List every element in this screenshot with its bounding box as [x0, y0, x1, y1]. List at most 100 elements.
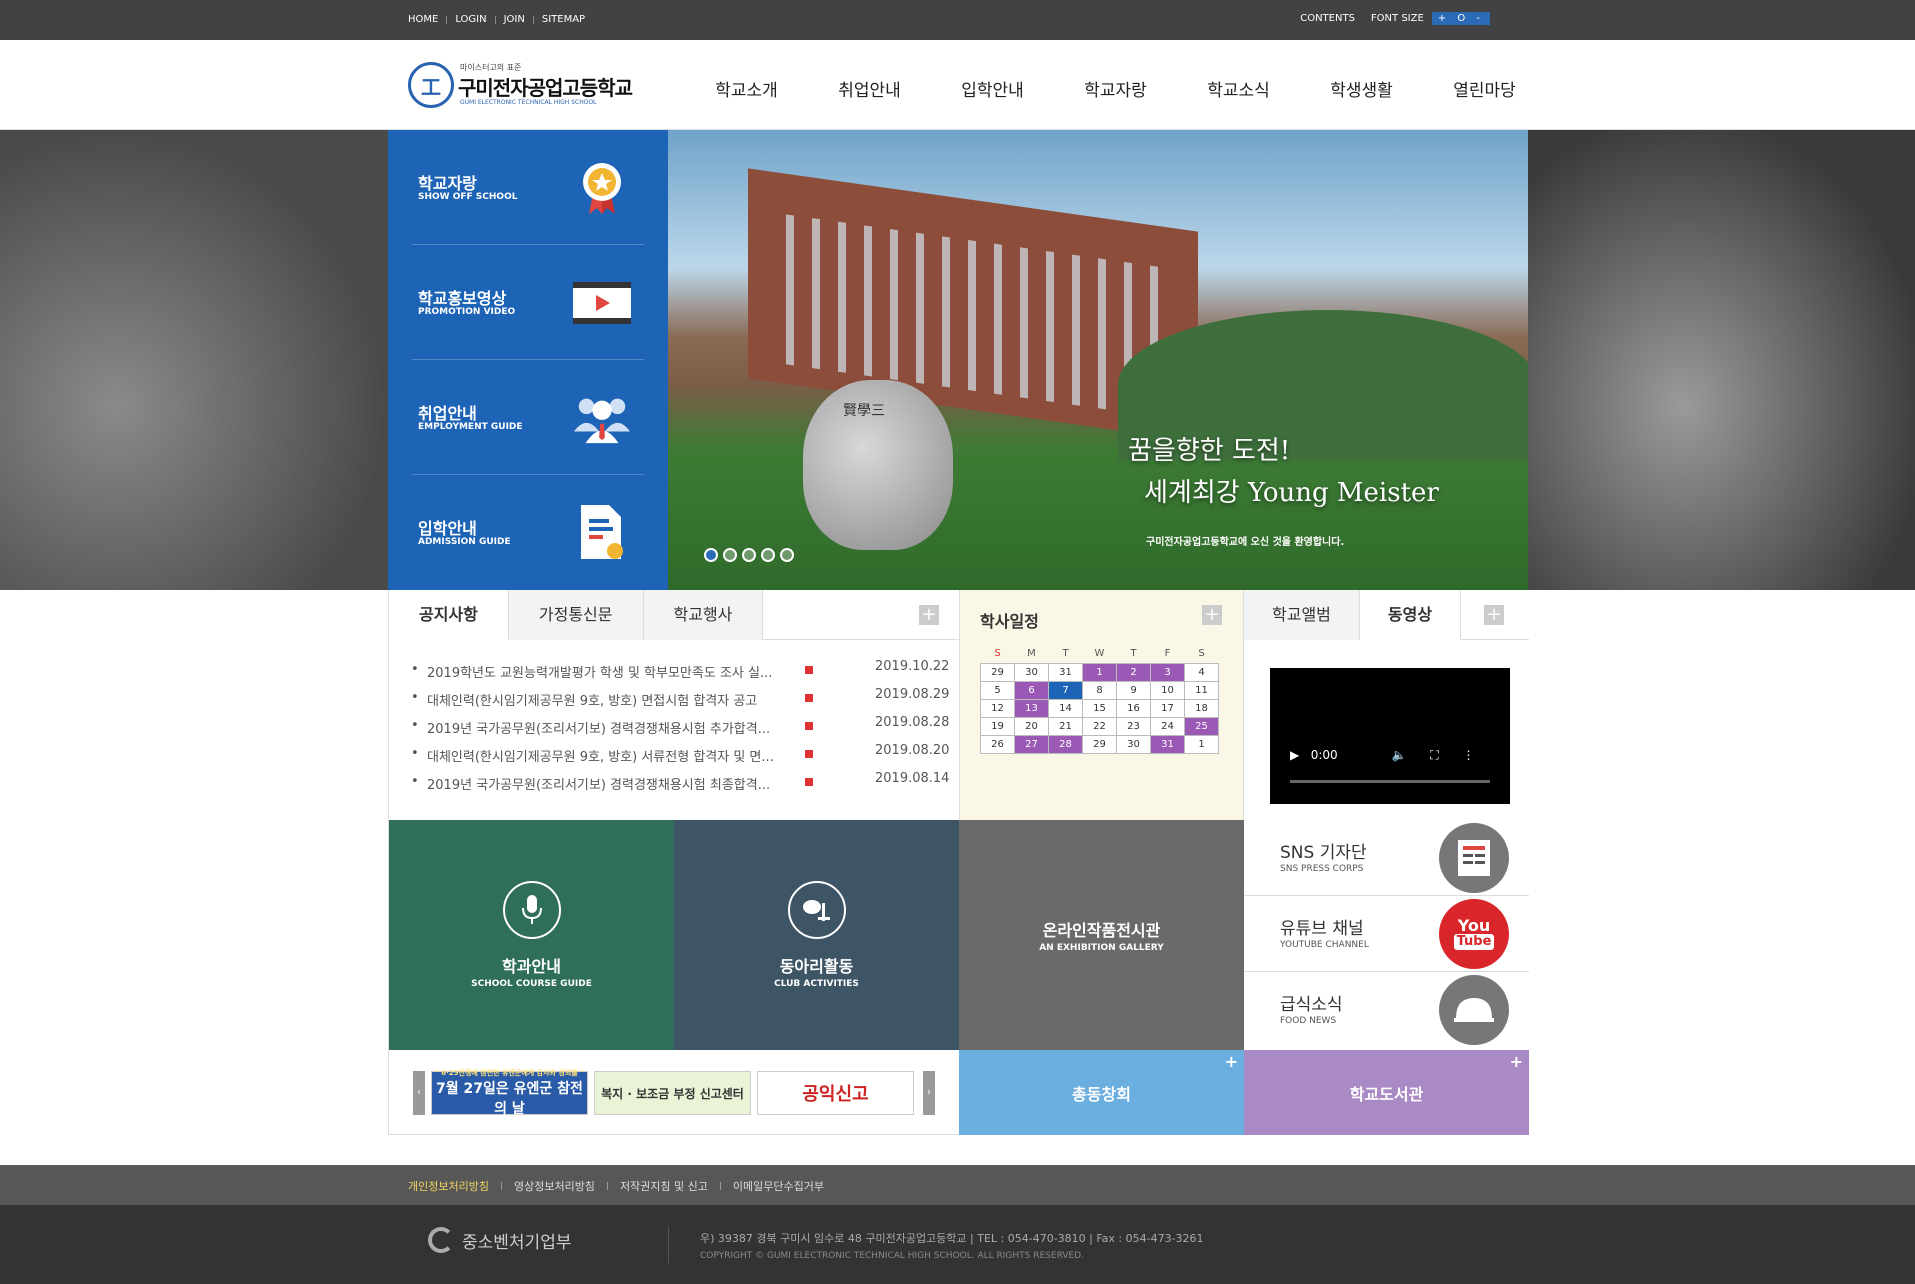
cctv-policy-link[interactable]: 영상정보처리방침: [514, 1178, 595, 1194]
quick-item-title: 학교홍보영상: [418, 289, 507, 308]
quick-item-title: 학교자랑: [418, 174, 477, 193]
quick-item-employment[interactable]: 취업안내 EMPLOYMENT GUIDE: [412, 360, 644, 475]
calendar-day-event[interactable]: 28: [1048, 734, 1083, 754]
ministry-logo[interactable]: 중소벤처기업부: [428, 1227, 571, 1253]
slide-dot[interactable]: [780, 548, 794, 562]
slide-dot[interactable]: [723, 548, 737, 562]
video-player[interactable]: ▶ 0:00 🔈 ⛶ ⋮: [1270, 668, 1510, 804]
play-icon[interactable]: ▶: [1290, 748, 1299, 762]
notice-date: 2019.08.29: [875, 687, 950, 702]
nav-employment[interactable]: 취업안내: [808, 76, 931, 101]
volume-icon[interactable]: 🔈: [1391, 748, 1406, 762]
calendar-day-event[interactable]: 27: [1014, 734, 1049, 754]
list-item[interactable]: • 2019년 국가공무원(조리서기보) 경력경쟁채용시험 추가합격... 2019…: [411, 715, 949, 746]
nav-school-news[interactable]: 학교소식: [1177, 76, 1300, 101]
tile-subtitle: SCHOOL COURSE GUIDE: [471, 979, 592, 989]
list-item[interactable]: • 대체인력(한시임기제공무원 9호, 방호) 면접시험 합격자 공고 2019.0…: [411, 687, 949, 718]
notice-title[interactable]: 2019학년도 교원능력개발평가 학생 및 학부모만족도 조사 실...: [427, 662, 797, 681]
home-link[interactable]: HOME: [408, 14, 438, 25]
copyright-policy-link[interactable]: 저작권지침 및 신고: [620, 1178, 708, 1194]
list-item[interactable]: • 2019년 국가공무원(조리서기보) 경력경쟁채용시험 최종합격... 2019…: [411, 771, 949, 802]
calendar-day-event[interactable]: 13: [1014, 698, 1049, 718]
slide-dot[interactable]: [742, 548, 756, 562]
media-more-button[interactable]: +: [1484, 605, 1504, 625]
list-item[interactable]: • 대체인력(한시임기제공무원 9호, 방호) 서류전형 합격자 및 면... 20…: [411, 743, 949, 774]
tab-school-events[interactable]: 학교행사: [643, 590, 764, 640]
nav-school-intro[interactable]: 학교소개: [685, 76, 808, 101]
font-size-controls[interactable]: + O -: [1431, 12, 1490, 25]
tab-notice[interactable]: 공지사항: [389, 590, 509, 640]
tile-exhibition-gallery[interactable]: 온라인작품전시관 AN EXHIBITION GALLERY: [959, 820, 1244, 1050]
nav-admission[interactable]: 입학안내: [931, 76, 1054, 101]
calendar-day-event[interactable]: 6: [1014, 680, 1049, 700]
nav-school-pride[interactable]: 학교자랑: [1054, 76, 1177, 101]
food-dome-icon: [1439, 975, 1509, 1045]
main-content: 공지사항 가정통신문 학교행사 + • 2019학년도 교원능력개발평가 학생 및…: [388, 590, 1529, 1135]
privacy-policy-link[interactable]: 개인정보처리방침: [408, 1178, 489, 1194]
slide-dot[interactable]: [761, 548, 775, 562]
slide-dot[interactable]: [704, 548, 718, 562]
tile-course-guide[interactable]: 학과안내 SCHOOL COURSE GUIDE: [389, 820, 674, 1050]
calendar-day: 21: [1048, 716, 1083, 736]
nav-student-life[interactable]: 학생생활: [1300, 76, 1423, 101]
side-links: SNS 기자단 SNS PRESS CORPS 유튜브 채널 YOUTUBE C…: [1244, 820, 1529, 1050]
tab-video[interactable]: 동영상: [1359, 590, 1462, 640]
nav-open-forum[interactable]: 열린마당: [1423, 76, 1546, 101]
notice-title[interactable]: 2019년 국가공무원(조리서기보) 경력경쟁채용시험 추가합격...: [427, 718, 797, 737]
calendar-day-today[interactable]: 7: [1048, 680, 1083, 700]
quick-item-school-pride[interactable]: 학교자랑 SHOW OFF SCHOOL: [412, 130, 644, 245]
calendar-day-event[interactable]: 1: [1082, 662, 1117, 682]
link-youtube-channel[interactable]: 유튜브 채널 YOUTUBE CHANNEL You Tube: [1244, 896, 1529, 972]
join-link[interactable]: JOIN: [504, 14, 525, 25]
banner-welfare-fraud[interactable]: 복지 · 보조금 부정 신고센터: [594, 1071, 751, 1115]
site-header: 工 마이스터고의 표준 구미전자공업고등학교 GUMI ELECTRONIC T…: [0, 40, 1915, 130]
banner-public-report[interactable]: 공익신고: [757, 1071, 914, 1115]
calendar-weekday: T: [1062, 648, 1069, 660]
email-refusal-link[interactable]: 이메일무단수집거부: [733, 1178, 824, 1194]
calendar-day: 4: [1184, 662, 1219, 682]
notice-more-button[interactable]: +: [919, 605, 939, 625]
calendar-day: 11: [1184, 680, 1219, 700]
link-food-news[interactable]: 급식소식 FOOD NEWS: [1244, 972, 1529, 1048]
alumni-association-button[interactable]: 총동창회 +: [959, 1050, 1244, 1135]
calendar-more-button[interactable]: +: [1202, 605, 1222, 625]
calendar-day-event[interactable]: 31: [1150, 734, 1185, 754]
sitemap-link[interactable]: SITEMAP: [542, 14, 585, 25]
calendar-weekday: T: [1130, 648, 1137, 660]
new-badge-icon: [805, 666, 813, 674]
tab-school-album[interactable]: 학교앨범: [1244, 590, 1360, 640]
notice-title[interactable]: 대체인력(한시임기제공무원 9호, 방호) 서류전형 합격자 및 면...: [427, 746, 797, 765]
tile-title: 동아리활동: [779, 957, 854, 976]
calendar-day-event[interactable]: 3: [1150, 662, 1185, 682]
quick-item-admission[interactable]: 입학안내 ADMISSION GUIDE: [412, 475, 644, 590]
calendar-day-event[interactable]: 2: [1116, 662, 1151, 682]
banner-title: 복지 · 보조금 부정 신고센터: [601, 1086, 744, 1101]
banner-prev-button[interactable]: ‹: [413, 1071, 425, 1115]
quick-item-subtitle: ADMISSION GUIDE: [418, 537, 511, 547]
link-sns-press[interactable]: SNS 기자단 SNS PRESS CORPS: [1244, 820, 1529, 896]
list-item[interactable]: • 2019학년도 교원능력개발평가 학생 및 학부모만족도 조사 실... 201…: [411, 659, 949, 690]
fullscreen-icon[interactable]: ⛶: [1430, 748, 1438, 762]
calendar-day: 30: [1014, 662, 1049, 682]
tab-family-letter[interactable]: 가정통신문: [508, 590, 644, 640]
notice-title[interactable]: 2019년 국가공무원(조리서기보) 경력경쟁채용시험 최종합격...: [427, 774, 797, 793]
tile-club-activities[interactable]: 동아리활동 CLUB ACTIVITIES: [674, 820, 959, 1050]
slide-pagination: [704, 548, 794, 562]
school-library-button[interactable]: 학교도서관 +: [1244, 1050, 1529, 1135]
calendar-day-event[interactable]: 25: [1184, 716, 1219, 736]
slide-welcome-text: 구미전자공업고등학교에 오신 것을 환영합니다.: [1146, 537, 1345, 548]
banner-un-veterans-day[interactable]: " 6·25전쟁에 참전한 유엔군에게 감사와 경의를 " 7월 27일은 유엔…: [431, 1069, 588, 1117]
notice-title[interactable]: 대체인력(한시임기제공무원 9호, 방호) 면접시험 합격자 공고: [427, 690, 797, 709]
quick-menu: 학교자랑 SHOW OFF SCHOOL 학교홍보영상 PROMOTION VI…: [388, 130, 668, 590]
school-logo[interactable]: 工 마이스터고의 표준 구미전자공업고등학교 GUMI ELECTRONIC T…: [408, 60, 638, 110]
login-link[interactable]: LOGIN: [455, 14, 486, 25]
quick-item-promo-video[interactable]: 학교홍보영상 PROMOTION VIDEO: [412, 245, 644, 360]
video-progress-bar[interactable]: [1290, 780, 1490, 783]
plus-icon: +: [1509, 1052, 1523, 1071]
main-slideshow[interactable]: 賢學三 꿈을향한 도전! 세계최강 Young Meister 구미전자공업고등…: [668, 130, 1528, 590]
contents-link[interactable]: CONTENTS: [1300, 13, 1355, 24]
calendar-weekday: W: [1094, 648, 1105, 660]
main-visual: 학교자랑 SHOW OFF SCHOOL 학교홍보영상 PROMOTION VI…: [0, 130, 1915, 590]
more-options-icon[interactable]: ⋮: [1462, 748, 1474, 762]
banner-next-button[interactable]: ›: [923, 1071, 935, 1115]
